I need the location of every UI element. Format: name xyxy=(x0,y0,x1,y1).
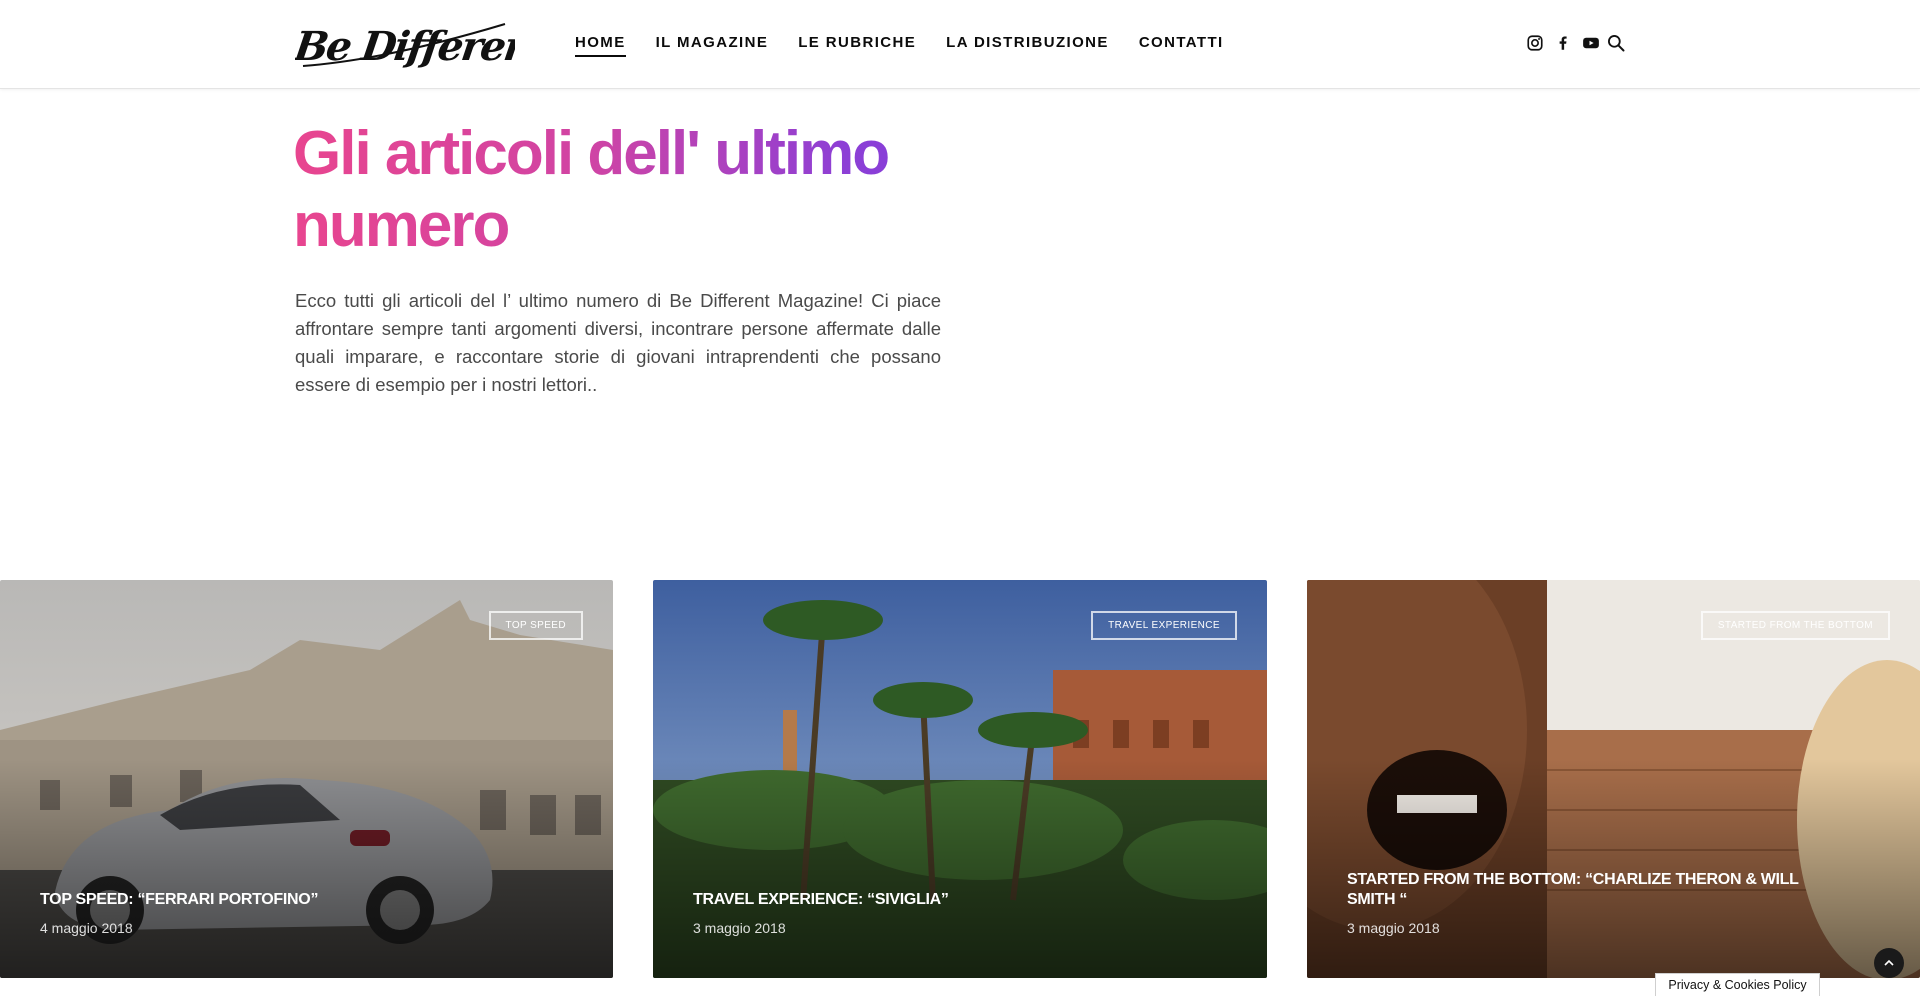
back-to-top-button[interactable] xyxy=(1874,948,1904,978)
article-card[interactable]: TOP SPEED TOP SPEED: “FERRARI PORTOFINO”… xyxy=(0,580,613,978)
search-icon[interactable] xyxy=(1606,33,1626,53)
nav-contatti[interactable]: CONTATTI xyxy=(1139,34,1224,57)
main-nav: HOME IL MAGAZINE LE RUBRICHE LA DISTRIBU… xyxy=(575,34,1254,57)
privacy-cookies-link[interactable]: Privacy & Cookies Policy xyxy=(1655,973,1820,996)
social-links xyxy=(1526,34,1600,52)
article-date: 3 maggio 2018 xyxy=(693,920,786,936)
article-date: 4 maggio 2018 xyxy=(40,920,133,936)
intro-paragraph: Ecco tutti gli articoli del l’ ultimo nu… xyxy=(295,290,941,395)
nav-le-rubriche[interactable]: LE RUBRICHE xyxy=(798,34,916,57)
chevron-up-icon xyxy=(1884,959,1894,966)
site-header: Be Different HOME IL MAGAZINE LE RUBRICH… xyxy=(0,0,1920,89)
article-title[interactable]: TOP SPEED: “FERRARI PORTOFINO” xyxy=(40,890,580,910)
site-logo[interactable]: Be Different xyxy=(295,16,515,72)
instagram-icon[interactable] xyxy=(1526,34,1544,52)
articles-grid: TOP SPEED TOP SPEED: “FERRARI PORTOFINO”… xyxy=(0,580,1920,978)
article-card[interactable]: TRAVEL EXPERIENCE TRAVEL EXPERIENCE: “SI… xyxy=(653,580,1267,978)
nav-il-magazine[interactable]: IL MAGAZINE xyxy=(656,34,769,57)
article-card[interactable]: STARTED FROM THE BOTTOM STARTED FROM THE… xyxy=(1307,580,1920,978)
article-title[interactable]: STARTED FROM THE BOTTOM: “CHARLIZE THERO… xyxy=(1347,870,1817,910)
page-title: Gli articoli dell' ultimo numero xyxy=(293,118,1033,262)
article-date: 3 maggio 2018 xyxy=(1347,920,1440,936)
category-tag[interactable]: TRAVEL EXPERIENCE xyxy=(1091,611,1237,640)
facebook-icon[interactable] xyxy=(1554,34,1572,52)
category-tag[interactable]: TOP SPEED xyxy=(488,611,583,640)
article-title[interactable]: TRAVEL EXPERIENCE: “SIVIGLIA” xyxy=(693,890,1233,910)
nav-la-distribuzione[interactable]: LA DISTRIBUZIONE xyxy=(946,34,1109,57)
nav-home[interactable]: HOME xyxy=(575,34,626,57)
category-tag[interactable]: STARTED FROM THE BOTTOM xyxy=(1700,611,1890,640)
youtube-icon[interactable] xyxy=(1582,34,1600,52)
